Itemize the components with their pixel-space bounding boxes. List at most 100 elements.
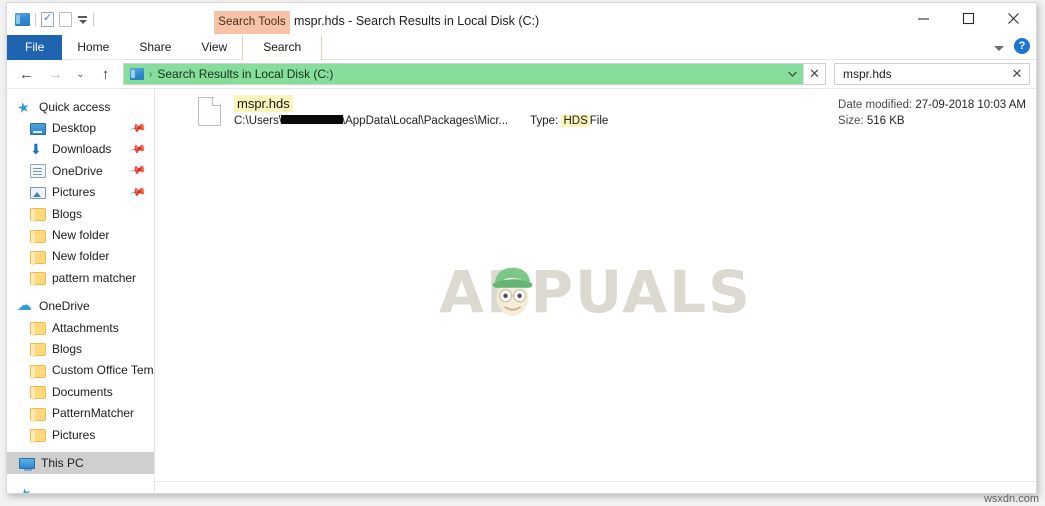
chevron-down-icon[interactable] [994, 45, 1004, 51]
sidebar-item-onedrive-blogs[interactable]: Blogs [7, 338, 154, 359]
up-arrow-icon[interactable]: ↑ [92, 62, 119, 86]
sidebar-item-label: Desktop [52, 121, 97, 136]
size-row: Size: 516 KB [838, 113, 1026, 129]
sidebar-item-label: Custom Office Tem [52, 363, 154, 378]
sidebar-item-label: Pictures [52, 185, 96, 200]
sidebar-item-this-pc[interactable]: This PC [7, 452, 154, 474]
sidebar-item-partial[interactable] [7, 485, 154, 493]
sidebar-item-label: Documents [52, 384, 113, 399]
back-arrow-icon[interactable]: ← [13, 62, 40, 86]
sidebar-item-desktop[interactable]: Desktop 📌 [7, 117, 154, 138]
folder-icon [30, 250, 46, 265]
date-modified-row: Date modified: 27-09-2018 10:03 AM [838, 97, 1026, 113]
sidebar-item-pattern-matcher[interactable]: pattern matcher [7, 267, 154, 288]
close-button[interactable] [991, 3, 1036, 33]
file-path: C:\Users\ \AppData\Local\Packages\Micr... [234, 115, 508, 127]
result-details: mspr.hds C:\Users\ \AppData\Local\Package… [234, 95, 1026, 127]
status-bar [155, 481, 1036, 493]
properties-icon[interactable] [41, 11, 54, 27]
result-metadata: Date modified: 27-09-2018 10:03 AM Size:… [838, 97, 1026, 129]
redacted-username [280, 115, 343, 125]
folder-icon [30, 364, 46, 379]
file-path-suffix: \AppData\Local\Packages\Micr... [341, 115, 509, 127]
sidebar-item-downloads[interactable]: Downloads 📌 [7, 139, 154, 160]
sidebar-item-new-folder-1[interactable]: New folder [7, 224, 154, 245]
folder-icon [30, 386, 46, 401]
downloads-icon [30, 141, 46, 157]
pin-star-icon [17, 99, 33, 115]
sidebar-item-label: Attachments [52, 320, 119, 335]
maximize-button[interactable] [946, 3, 991, 33]
pin-icon[interactable]: 📌 [129, 140, 148, 159]
tab-home[interactable]: Home [62, 35, 124, 60]
address-bar-controls: ✕ [781, 64, 825, 84]
sidebar-item-onedrive-pictures[interactable]: Pictures [7, 424, 154, 445]
search-input[interactable] [835, 66, 1005, 82]
address-bar-row: ← → ⌄ ↑ › Search Results in Local Disk (… [7, 60, 1036, 89]
forward-arrow-icon[interactable]: → [42, 62, 69, 86]
sidebar-item-label: New folder [52, 249, 110, 264]
sidebar-item-label: This PC [41, 455, 84, 470]
tab-share[interactable]: Share [124, 35, 186, 60]
sidebar-item-quick-access[interactable]: Quick access [7, 96, 154, 117]
minimize-button[interactable] [901, 3, 946, 33]
size-value: 516 KB [866, 115, 905, 127]
appuals-watermark: APPUALS [439, 258, 752, 326]
sidebar-item-onedrive[interactable]: OneDrive [7, 296, 154, 317]
sidebar-item-label: Downloads [52, 142, 112, 157]
sidebar-item-documents[interactable]: Documents [7, 381, 154, 402]
screenshot-root: Search Tools mspr.hds - Search Results i… [0, 0, 1045, 506]
stop-search-icon[interactable]: ✕ [803, 64, 825, 84]
pin-icon[interactable]: 📌 [129, 183, 148, 202]
sidebar-item-label: Pictures [52, 427, 96, 442]
file-path-prefix: C:\Users\ [234, 115, 282, 127]
date-modified-label: Date modified: [838, 99, 913, 111]
file-type-highlight: HDS [561, 115, 590, 127]
recent-locations-icon[interactable]: ⌄ [71, 62, 90, 86]
tab-file[interactable]: File [7, 35, 63, 60]
folder-icon [30, 322, 46, 337]
help-icon[interactable]: ? [1014, 38, 1030, 54]
window-controls [901, 3, 1036, 33]
sidebar-item-pictures[interactable]: Pictures 📌 [7, 182, 154, 203]
this-pc-icon [19, 458, 35, 472]
folder-icon [30, 272, 46, 287]
folder-icon [30, 343, 46, 358]
pin-icon[interactable]: 📌 [129, 162, 148, 180]
ribbon-tab-bar: File Home Share View Search ? [7, 35, 1036, 60]
sidebar-item-label: Blogs [52, 206, 83, 221]
search-box[interactable]: ✕ [834, 63, 1030, 85]
folder-icon[interactable] [15, 12, 30, 26]
table-row[interactable]: mspr.hds C:\Users\ \AppData\Local\Package… [198, 95, 1026, 135]
sidebar-item-custom-office-templates[interactable]: Custom Office Tem [7, 360, 154, 381]
folder-icon [30, 208, 46, 223]
mascot-icon [492, 267, 533, 316]
sidebar-item-label: PatternMatcher [52, 406, 135, 421]
navigation-pane: Quick access Desktop 📌 Downloads 📌 OneDr… [7, 89, 154, 493]
clear-search-icon[interactable]: ✕ [1005, 66, 1029, 82]
pin-icon[interactable]: 📌 [129, 119, 148, 138]
sidebar-item-new-folder-2[interactable]: New folder [7, 246, 154, 267]
file-type-suffix: File [589, 115, 609, 127]
network-icon [19, 489, 35, 493]
contextual-tab-search-tools[interactable]: Search Tools [214, 11, 290, 34]
customize-dropdown-icon[interactable] [77, 16, 88, 24]
tab-view[interactable]: View [186, 35, 242, 60]
window-title: mspr.hds - Search Results in Local Disk … [294, 14, 540, 28]
cloud-icon [17, 298, 33, 314]
onedrive-doc-icon [30, 164, 46, 179]
toolbar-divider [35, 12, 36, 26]
sidebar-item-blogs[interactable]: Blogs [7, 203, 154, 224]
sidebar-item-attachments[interactable]: Attachments [7, 317, 154, 338]
breadcrumb-path: Search Results in Local Disk (C:) [157, 67, 334, 81]
tab-search[interactable]: Search [242, 35, 323, 60]
chevron-down-icon[interactable] [781, 64, 803, 84]
sidebar-item-onedrive-shortcut[interactable]: OneDrive 📌 [7, 160, 154, 181]
file-explorer-window: Search Tools mspr.hds - Search Results i… [6, 2, 1037, 494]
new-folder-icon[interactable] [59, 11, 72, 27]
computer-folder-icon[interactable] [130, 68, 144, 80]
sidebar-item-patternmatcher[interactable]: PatternMatcher [7, 402, 154, 423]
address-bar[interactable]: › Search Results in Local Disk (C:) ✕ [123, 63, 826, 85]
file-name[interactable]: mspr.hds [234, 95, 293, 112]
source-watermark: wsxdn.com [983, 493, 1039, 505]
